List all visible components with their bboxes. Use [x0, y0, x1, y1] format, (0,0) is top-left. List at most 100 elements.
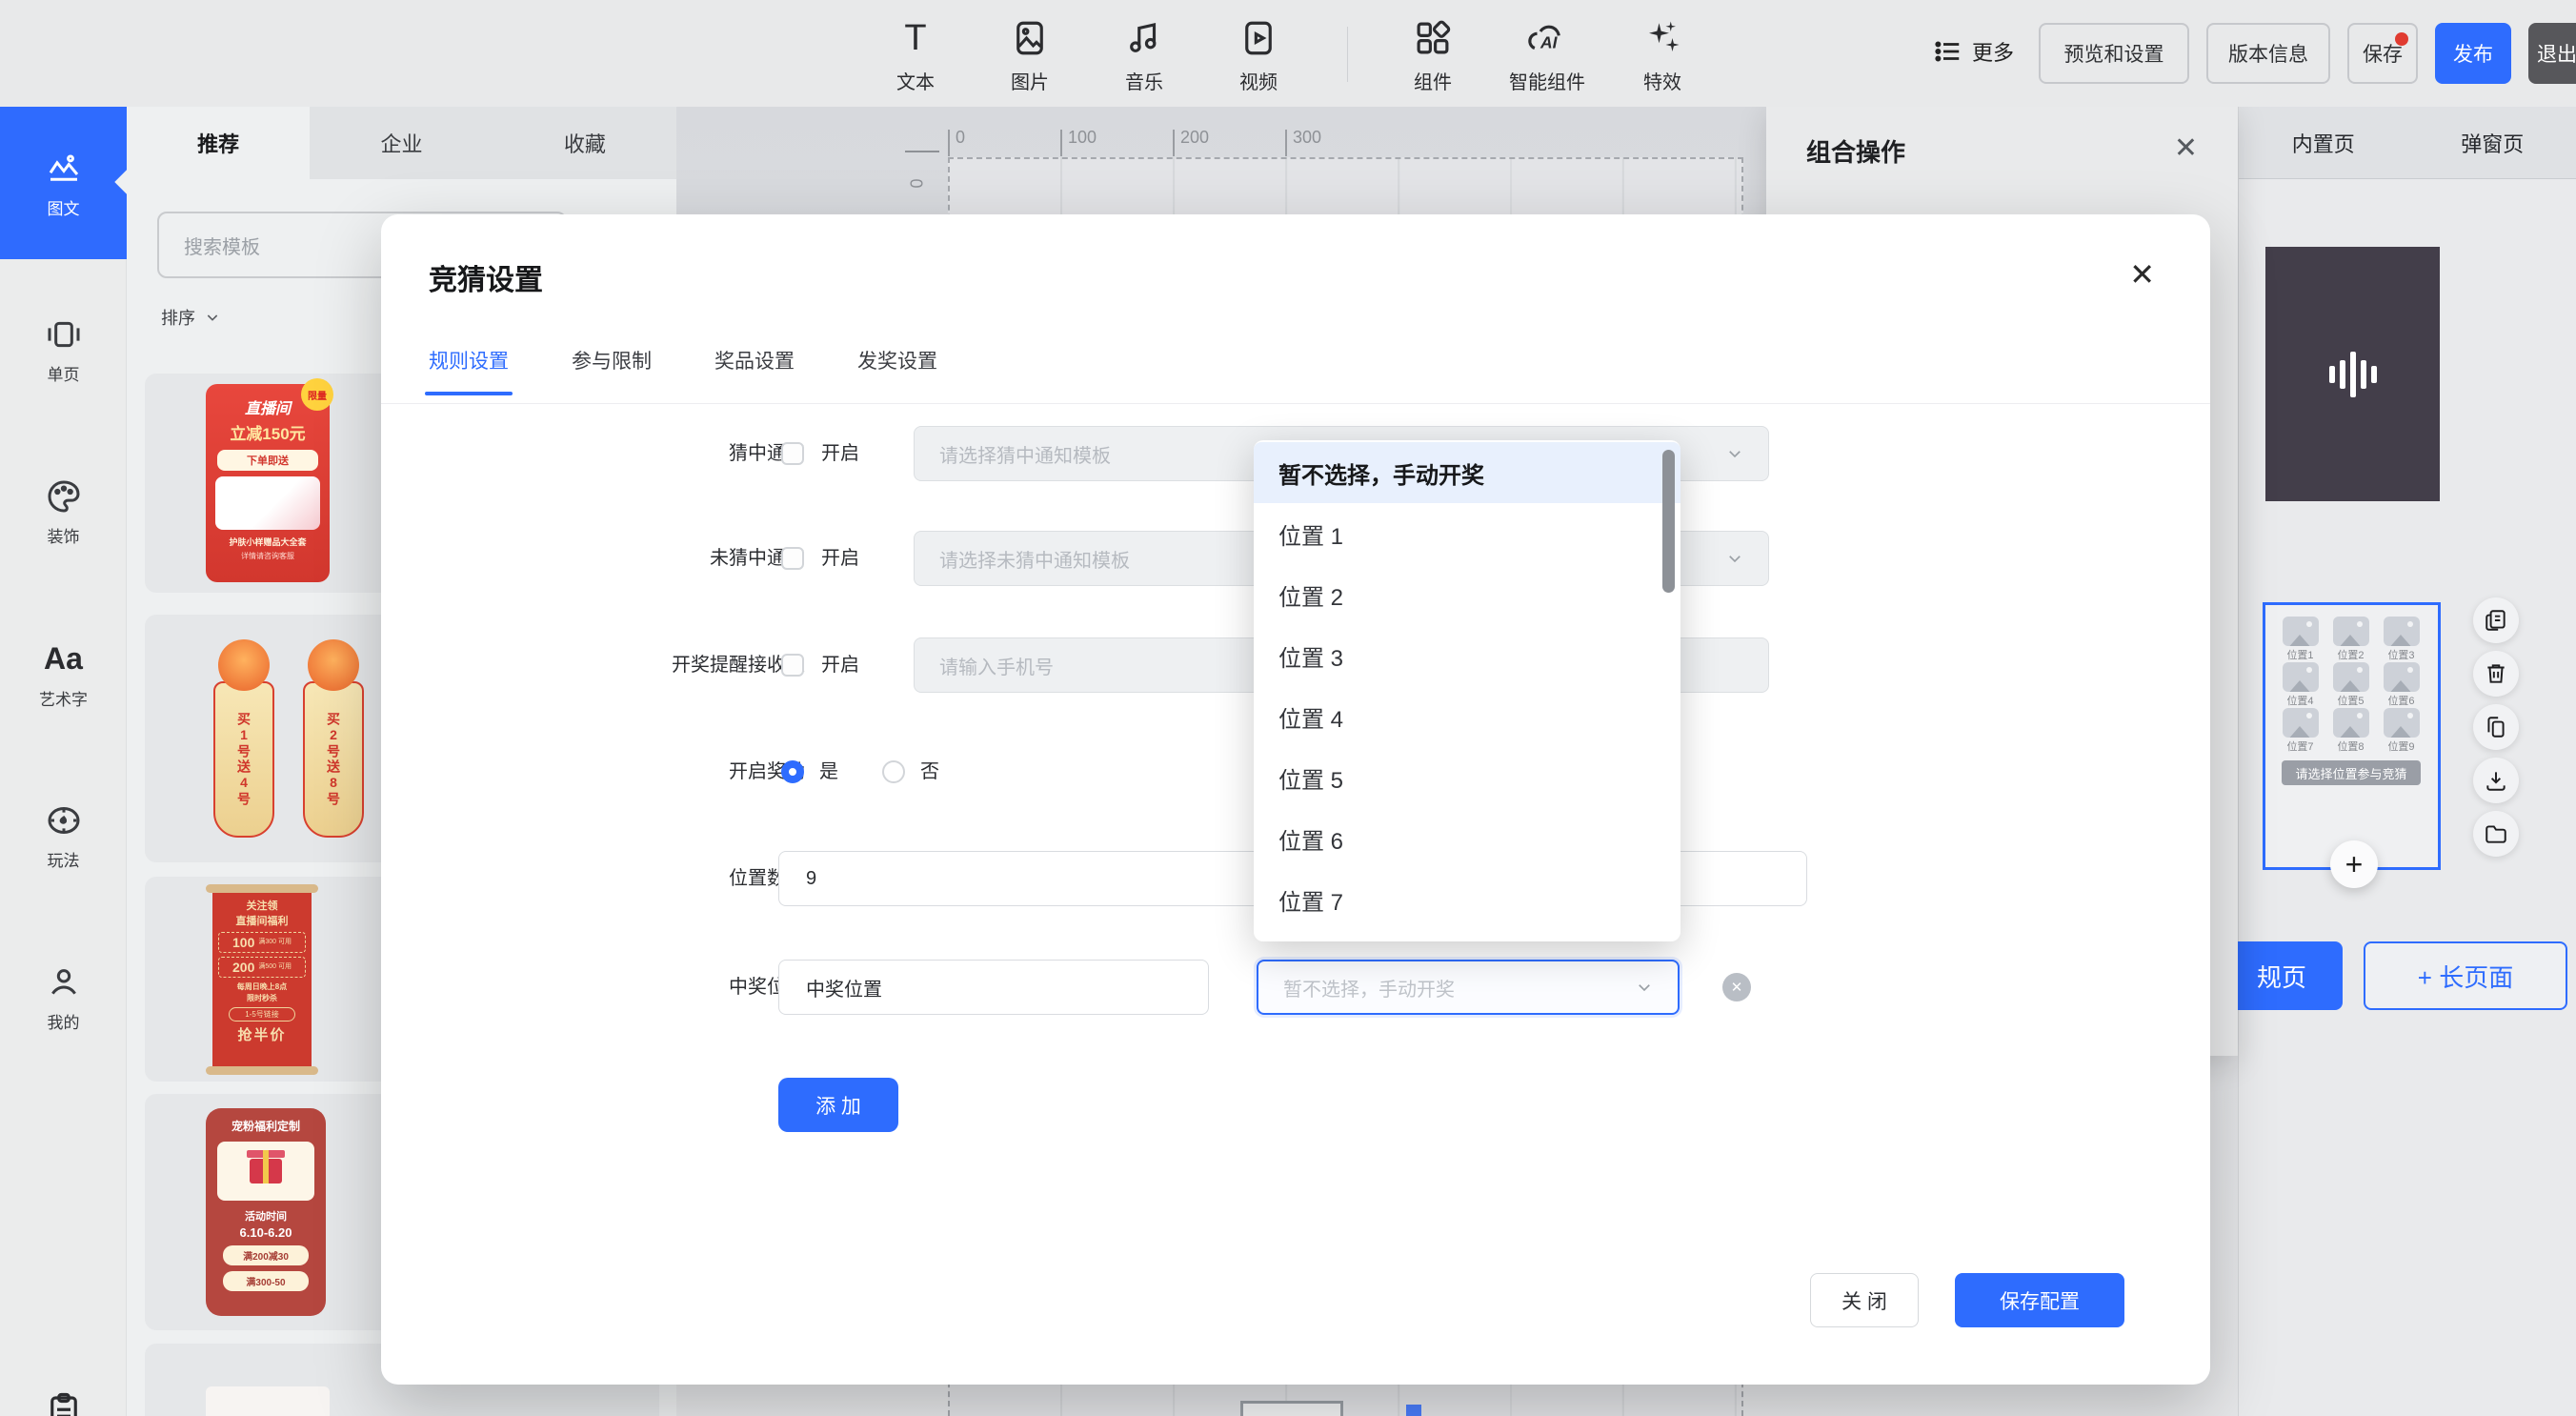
- regular-page-button[interactable]: 规页: [2221, 941, 2343, 1010]
- tab-award-settings[interactable]: 发奖设置: [857, 346, 937, 395]
- reward-no-radio[interactable]: [882, 760, 905, 783]
- tab-builtin-page[interactable]: 内置页: [2239, 107, 2408, 178]
- tab-enterprise[interactable]: 企业: [310, 107, 493, 179]
- list-icon: [1934, 37, 1962, 66]
- sort-control[interactable]: 排序: [161, 305, 220, 330]
- chevron-down-icon: [1636, 979, 1653, 996]
- page-thumbnail-partial[interactable]: [1240, 1401, 1343, 1416]
- reward-no-label[interactable]: 否: [920, 744, 939, 799]
- tab-participation-limit[interactable]: 参与限制: [572, 346, 652, 395]
- unsaved-badge: [2395, 32, 2408, 46]
- grid-cell: 位置3: [2376, 617, 2426, 662]
- tab-rule-settings[interactable]: 规则设置: [429, 346, 509, 395]
- save-config-button[interactable]: 保存配置: [1955, 1273, 2124, 1327]
- download-page-button[interactable]: [2473, 758, 2519, 803]
- sidebar-item-mine[interactable]: 我的: [10, 941, 117, 1055]
- save-button[interactable]: 保存: [2347, 23, 2418, 84]
- more-label: 更多: [1972, 36, 2014, 67]
- template-tabs: 推荐 企业 收藏: [127, 107, 676, 179]
- tab-popup-page[interactable]: 弹窗页: [2408, 107, 2576, 178]
- tab-recommended[interactable]: 推荐: [127, 107, 310, 179]
- template-thumbnail: 限量 直播间 立减150元 下单即送 护肤小样赠品大全套 详情请咨询客服: [206, 384, 330, 582]
- ai-components-icon: AI: [1482, 13, 1612, 63]
- sidebar-item-gameplay[interactable]: 玩法: [10, 779, 117, 893]
- dropdown-option[interactable]: 位置 3: [1254, 625, 1680, 686]
- chevron-down-icon: [205, 310, 220, 325]
- ruler-corner: [905, 151, 939, 152]
- page-preview-dark[interactable]: [2265, 247, 2440, 501]
- tab-favorites[interactable]: 收藏: [493, 107, 676, 179]
- tab-prize-settings[interactable]: 奖品设置: [714, 346, 795, 395]
- image-tool-icon: [984, 13, 1076, 63]
- missed-notice-checkbox[interactable]: [781, 547, 804, 570]
- chevron-down-icon: [1726, 550, 1743, 567]
- dropdown-option[interactable]: 位置 6: [1254, 808, 1680, 869]
- page-thumbnail-selected[interactable]: 位置1 位置2 位置3 位置4 位置5 位置6 位置7 位置8 位置9 请选择位…: [2263, 602, 2441, 870]
- grid-cell: 位置8: [2325, 708, 2376, 754]
- tool-image[interactable]: 图片: [984, 13, 1076, 94]
- tool-components[interactable]: 组件: [1387, 13, 1479, 94]
- effects-icon: [1617, 13, 1708, 63]
- user-icon: [45, 963, 83, 1001]
- combo-close-icon[interactable]: ✕: [2174, 131, 2198, 165]
- dropdown-option[interactable]: 位置 7: [1254, 869, 1680, 930]
- sort-label: 排序: [161, 305, 195, 330]
- select-position-button[interactable]: 请选择位置参与竞猜: [2282, 760, 2421, 785]
- clipboard-icon[interactable]: [44, 1391, 84, 1416]
- grid-cell: 位置2: [2325, 617, 2376, 662]
- delete-page-button[interactable]: [2473, 651, 2519, 697]
- dropdown-option[interactable]: 位置 2: [1254, 564, 1680, 625]
- folder-button[interactable]: [2473, 811, 2519, 857]
- copy-page-button[interactable]: [2473, 597, 2519, 643]
- winning-position-input[interactable]: 中奖位置: [778, 960, 1209, 1015]
- dropdown-option[interactable]: 位置 1: [1254, 503, 1680, 564]
- dropdown-option[interactable]: 位置 5: [1254, 747, 1680, 808]
- sidebar-item-imagetext[interactable]: 图文: [0, 107, 127, 259]
- top-toolbar: T 文本 图片 音乐 视频 组件 AI 智能组件 特效 更多 预览和设置 版本信…: [0, 0, 2576, 107]
- winning-position-select[interactable]: 暂不选择，手动开奖: [1257, 960, 1680, 1015]
- dropdown-scrollbar[interactable]: [1662, 450, 1675, 593]
- reminder-checkbox[interactable]: [781, 654, 804, 677]
- dropdown-option[interactable]: 位置 4: [1254, 686, 1680, 747]
- ruler-label-0: 0: [956, 128, 965, 148]
- sidebar-item-singlepage[interactable]: 单页: [10, 293, 117, 407]
- add-long-page-button[interactable]: + 长页面: [2364, 941, 2567, 1010]
- art-font-icon: Aa: [44, 638, 83, 678]
- reward-yes-radio[interactable]: [781, 760, 804, 783]
- modal-close-icon[interactable]: ✕: [2129, 256, 2155, 293]
- dropdown-option-manual[interactable]: 暂不选择，手动开奖: [1254, 442, 1680, 503]
- sidebar-item-decoration[interactable]: 装饰: [10, 455, 117, 569]
- chevron-down-icon: [1726, 445, 1743, 462]
- publish-button[interactable]: 发布: [2435, 23, 2511, 84]
- dragon-mascot: [218, 639, 270, 691]
- remove-row-icon[interactable]: ✕: [1722, 973, 1751, 1001]
- exit-button[interactable]: 退出: [2528, 23, 2576, 84]
- grid-cell: 位置1: [2275, 617, 2325, 662]
- image-text-icon: [44, 148, 84, 188]
- tool-text[interactable]: T 文本: [870, 13, 961, 94]
- tool-effects[interactable]: 特效: [1617, 13, 1708, 94]
- reward-yes-label[interactable]: 是: [819, 744, 838, 799]
- guessed-notice-checkbox[interactable]: [781, 442, 804, 465]
- ruler-tick: [948, 130, 950, 156]
- version-info-button[interactable]: 版本信息: [2206, 23, 2330, 84]
- ruler-tick: [1173, 130, 1175, 156]
- video-tool-icon: [1213, 13, 1304, 63]
- tool-music[interactable]: 音乐: [1098, 13, 1190, 94]
- add-button[interactable]: 添 加: [778, 1078, 898, 1132]
- more-menu[interactable]: 更多: [1934, 36, 2014, 67]
- canvas-blue-element: [1406, 1405, 1421, 1416]
- duplicate-page-button[interactable]: [2473, 704, 2519, 750]
- preview-settings-button[interactable]: 预览和设置: [2039, 23, 2189, 84]
- grid-cell: 位置9: [2376, 708, 2426, 754]
- template-thumbnail: 宠粉福利定制 活动时间 6.10-6.20 满200减30 满300-50: [206, 1108, 326, 1316]
- tool-ai-components[interactable]: AI 智能组件: [1482, 13, 1612, 94]
- add-page-button[interactable]: +: [2330, 840, 2378, 888]
- ruler-tick: [1285, 130, 1287, 156]
- sidebar-item-artfont[interactable]: Aa 艺术字: [10, 617, 117, 731]
- ruler-vertical-zero: 0: [908, 178, 928, 188]
- tool-video[interactable]: 视频: [1213, 13, 1304, 94]
- grid-cell: 位置4: [2275, 662, 2325, 708]
- modal-close-button[interactable]: 关 闭: [1810, 1273, 1919, 1327]
- layers-icon: [2484, 715, 2508, 739]
